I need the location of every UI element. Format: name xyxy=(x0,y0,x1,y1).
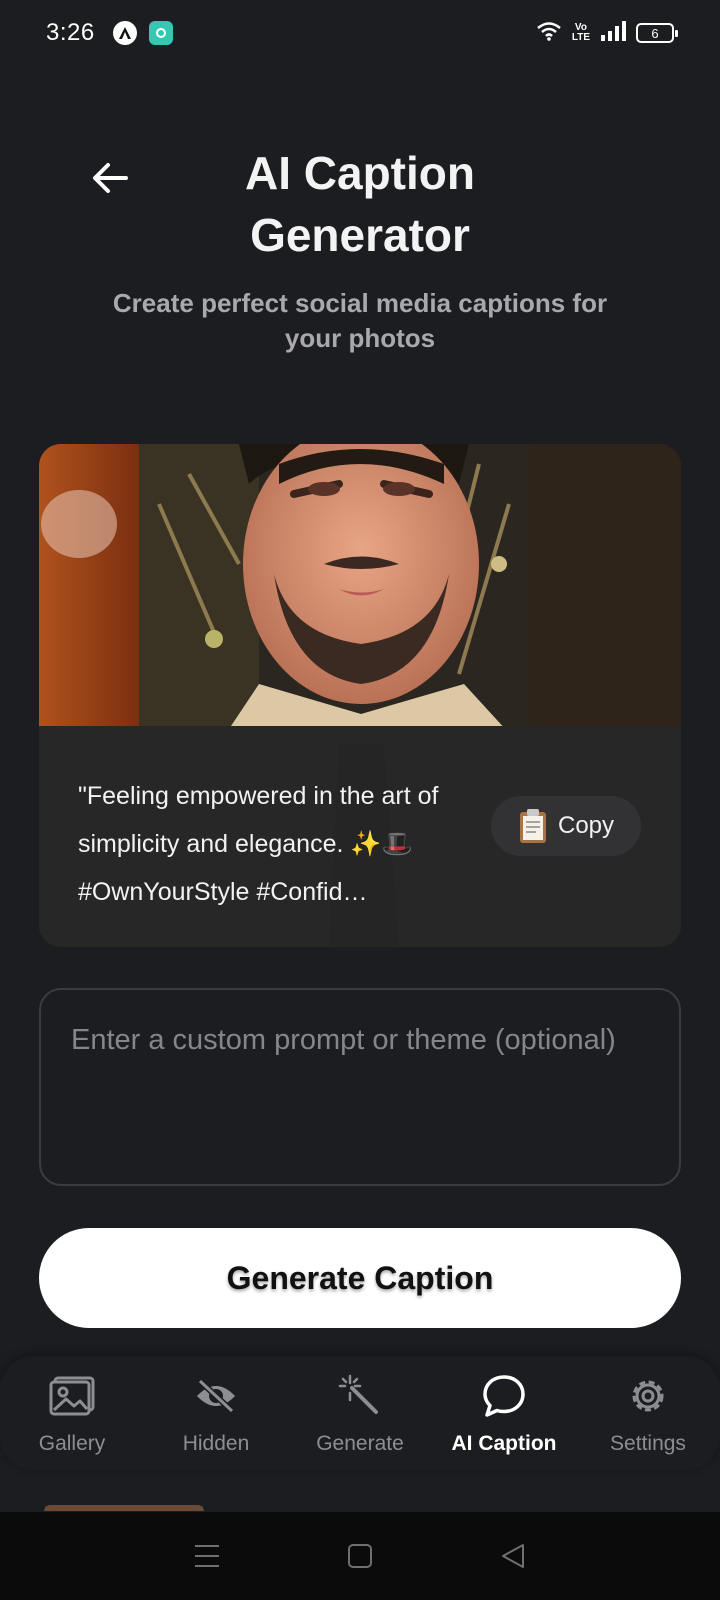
status-app-icons xyxy=(112,21,173,45)
nav-label-ai-caption: AI Caption xyxy=(451,1432,557,1455)
caption-text: "Feeling empowered in the art of simplic… xyxy=(78,782,439,906)
clipboard-icon xyxy=(519,809,546,843)
volte-bottom: LTE xyxy=(571,32,590,43)
status-time: 3:26 xyxy=(46,19,95,46)
nav-item-settings[interactable]: Settings xyxy=(576,1356,720,1470)
menu-icon[interactable] xyxy=(187,1536,227,1576)
copy-button[interactable]: Copy xyxy=(491,796,641,856)
magic-wand-icon xyxy=(336,1372,384,1420)
battery-level: 6 xyxy=(651,25,659,41)
custom-prompt-input[interactable] xyxy=(39,988,681,1186)
gear-icon xyxy=(624,1372,672,1420)
back-button[interactable] xyxy=(84,152,136,204)
bottom-navigation: Gallery Hidden Generate AI Caption Setti… xyxy=(0,1356,720,1470)
volte-indicator: Vo LTE xyxy=(572,23,590,43)
home-icon[interactable] xyxy=(340,1536,380,1576)
app-a-icon xyxy=(112,21,137,45)
status-bar: 3:26 Vo LTE 6 xyxy=(0,0,720,66)
caption-photo-card: "Feeling empowered in the art of simplic… xyxy=(39,444,681,947)
nav-item-hidden[interactable]: Hidden xyxy=(144,1356,288,1470)
image-icon xyxy=(48,1372,96,1420)
nav-label-generate: Generate xyxy=(316,1432,404,1455)
status-indicators: Vo LTE 6 xyxy=(536,20,678,46)
app-notification-icon xyxy=(148,21,173,45)
copy-label: Copy xyxy=(557,812,615,839)
nav-item-gallery[interactable]: Gallery xyxy=(0,1356,144,1470)
chat-bubble-icon xyxy=(480,1372,528,1420)
nav-label-hidden: Hidden xyxy=(182,1432,250,1455)
nav-item-ai-caption[interactable]: AI Caption xyxy=(432,1356,576,1470)
wifi-icon xyxy=(536,21,562,46)
nav-label-settings: Settings xyxy=(610,1432,686,1455)
eye-off-icon xyxy=(192,1372,240,1420)
nav-label-gallery: Gallery xyxy=(38,1432,106,1455)
signal-icon xyxy=(600,20,626,46)
system-navigation-bar xyxy=(0,1512,720,1600)
page-subtitle: Create perfect social media captions for… xyxy=(112,288,608,353)
nav-item-generate[interactable]: Generate xyxy=(288,1356,432,1470)
page-title: AI Caption Generator xyxy=(245,147,475,261)
battery-icon: 6 xyxy=(636,23,678,43)
back-arrow-icon xyxy=(93,163,128,193)
generate-caption-button[interactable]: Generate Caption xyxy=(39,1228,681,1328)
back-triangle-icon[interactable] xyxy=(493,1536,533,1576)
scrolled-photo-peek xyxy=(44,1505,204,1511)
